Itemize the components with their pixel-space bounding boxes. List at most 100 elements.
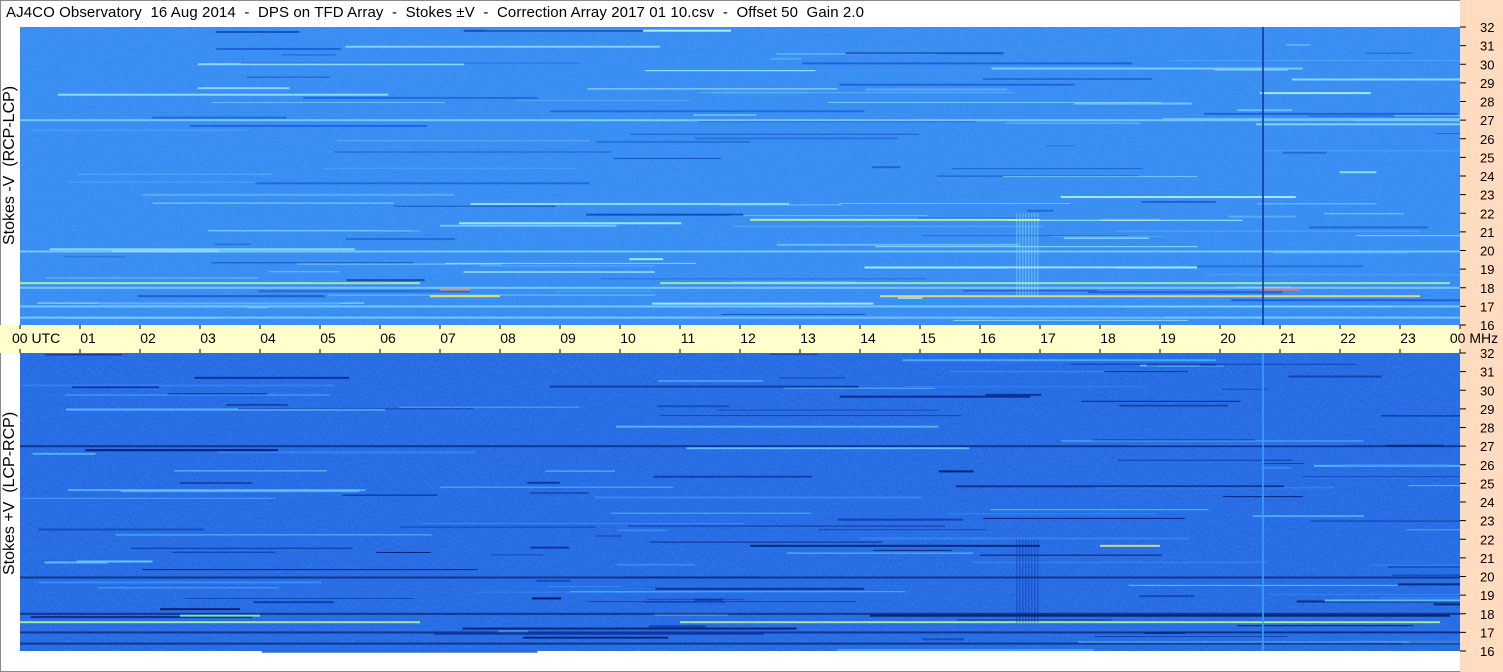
interference-streak [376,551,431,553]
interference-streak [630,133,920,135]
interference-streak [649,541,883,543]
interference-streak [115,534,432,536]
interference-streak [345,238,456,241]
time-tick-label: 21 [1280,330,1296,346]
interference-streak [1342,463,1449,466]
interference-streak [1118,404,1229,407]
interference-streak [237,408,474,410]
interference-streak [1309,226,1428,229]
interference-streak [1291,78,1460,81]
y-tick-label: 26 [1480,132,1494,147]
interference-streak [516,99,690,101]
interference-streak [1260,466,1292,469]
interference-band [20,119,1460,122]
interference-streak [49,248,355,251]
y-tick-label: 32 [1480,346,1494,361]
interference-streak [1392,574,1460,576]
interference-streak [346,279,425,282]
interference-streak [247,307,270,309]
interference-streak [734,225,1045,227]
interference-streak [845,52,1004,55]
interference-streak [611,512,812,514]
signal-band [1100,218,1160,221]
burst-column [1028,213,1030,298]
interference-streak [1002,176,1198,178]
interference-streak [97,587,279,589]
time-tick-label: 15 [920,330,936,346]
interference-streak [864,266,1198,269]
heatmap-texture [20,353,1460,651]
interference-streak [37,528,204,531]
interference-streak [215,30,300,33]
interference-streak [818,529,987,531]
interference-streak [686,447,970,450]
y-tick-label: 24 [1480,169,1494,184]
y-tick-label: 19 [1480,588,1494,603]
interference-streak [1204,112,1458,115]
burst-column [1022,539,1024,624]
interference-band [20,250,1460,253]
interference-streak [979,554,1162,556]
time-tick-label: 13 [800,330,816,346]
y-tick-label: 17 [1480,299,1494,314]
burst-column [1025,213,1027,298]
interference-streak [991,67,1303,70]
signal-band [750,544,1040,547]
interference-streak [422,523,745,525]
interference-streak [769,353,817,355]
interference-streak [399,406,580,408]
interference-streak [949,513,1156,515]
interference-streak [713,91,808,94]
interference-streak [22,497,275,499]
y-tick-label: 23 [1480,514,1494,529]
y-tick-label: 32 [1480,20,1494,35]
interference-streak [226,404,288,406]
top-panel-ylabel: Stokes -V (RCP-LCP) [1,85,18,245]
interference-streak [66,181,258,183]
interference-streak [587,88,838,90]
interference-streak [770,57,802,60]
interference-band [20,612,1460,615]
y-tick-label: 27 [1480,439,1494,454]
interference-streak [1380,597,1458,599]
interference-streak [655,587,865,590]
interference-streak [1063,237,1150,239]
interference-streak [648,625,706,628]
vertical-event [1262,353,1264,651]
signal-band [20,621,420,624]
time-tick-label: 04 [260,330,276,346]
burst-column [1037,213,1039,298]
interference-streak [1324,599,1460,602]
interference-streak [839,395,1031,398]
interference-streak [303,96,538,99]
time-axis-strip [0,325,1460,353]
interference-streak [872,166,901,169]
interference-streak [569,591,905,593]
interference-streak [1046,145,1075,147]
interference-streak [1117,459,1293,461]
signal-band [1260,288,1300,291]
interference-streak [659,415,961,417]
interference-streak [838,202,1071,204]
interference-band [20,316,1460,319]
interference-streak [973,561,1267,563]
interference-streak [393,205,556,207]
interference-streak [255,182,590,185]
interference-band [20,305,1460,308]
interference-streak [902,359,1216,362]
interference-streak [1094,636,1288,638]
interference-streak [555,290,652,292]
burst-column [1019,213,1021,298]
interference-streak [1381,415,1460,417]
interference-streak [1094,487,1335,489]
interference-streak [549,385,859,388]
interference-streak [837,518,964,521]
interference-streak [865,88,1008,91]
interference-streak [32,452,96,455]
interference-streak [77,173,272,175]
time-tick-label: 20 [1220,330,1236,346]
interference-streak [839,83,1075,86]
interference-streak [1365,52,1414,54]
time-tick-label: 22 [1340,330,1356,346]
interference-streak [480,265,654,267]
